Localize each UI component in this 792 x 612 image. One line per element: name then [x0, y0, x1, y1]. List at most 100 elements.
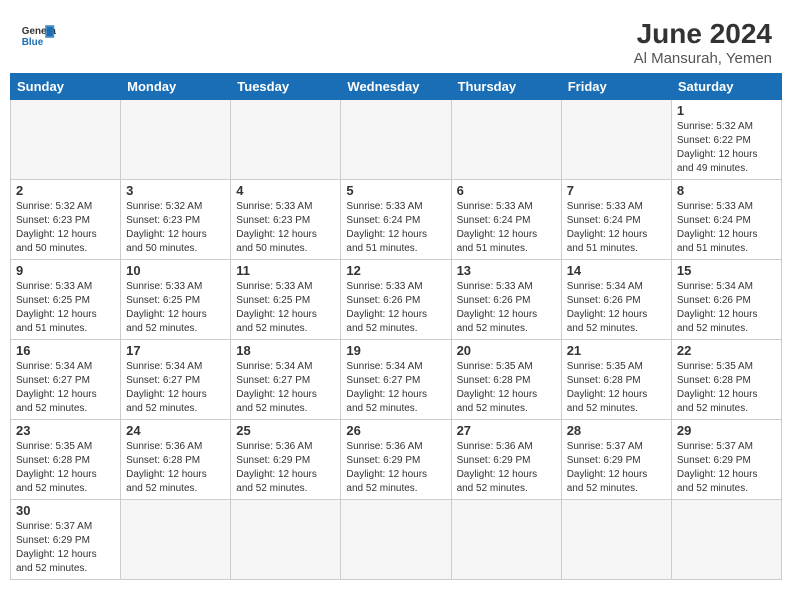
day-info: Sunrise: 5:32 AM Sunset: 6:23 PM Dayligh… [126, 200, 225, 256]
day-number: 27 [457, 423, 556, 438]
calendar-day-cell [451, 100, 561, 180]
calendar-day-cell: 19 Sunrise: 5:34 AM Sunset: 6:27 PM Dayli… [341, 340, 451, 420]
day-number: 29 [677, 423, 776, 438]
day-info: Sunrise: 5:35 AM Sunset: 6:28 PM Dayligh… [567, 360, 666, 416]
day-header-wednesday: Wednesday [341, 74, 451, 100]
svg-text:Blue: Blue [22, 37, 44, 48]
day-number: 26 [346, 423, 445, 438]
day-number: 14 [567, 263, 666, 278]
calendar-day-cell: 9Sunrise: 5:33 AM Sunset: 6:25 PM Daylig… [11, 260, 121, 340]
calendar-day-cell: 2 Sunrise: 5:32 AM Sunset: 6:23 PM Daylig… [11, 180, 121, 260]
day-number: 19 [346, 343, 445, 358]
calendar-day-cell [11, 100, 121, 180]
calendar-day-cell: 24Sunrise: 5:36 AM Sunset: 6:28 PM Dayli… [121, 420, 231, 500]
calendar-day-cell: 14 Sunrise: 5:34 AM Sunset: 6:26 PM Dayli… [561, 260, 671, 340]
day-info: Sunrise: 5:33 AM Sunset: 6:24 PM Dayligh… [457, 200, 556, 256]
calendar-day-cell: 1 Sunrise: 5:32 AM Sunset: 6:22 PM Daylig… [671, 100, 781, 180]
day-info: Sunrise: 5:37 AM Sunset: 6:29 PM Dayligh… [677, 440, 776, 496]
calendar-day-cell: 27Sunrise: 5:36 AM Sunset: 6:29 PM Dayli… [451, 420, 561, 500]
day-info: Sunrise: 5:35 AM Sunset: 6:28 PM Dayligh… [677, 360, 776, 416]
calendar-day-cell: 16Sunrise: 5:34 AM Sunset: 6:27 PM Dayli… [11, 340, 121, 420]
day-header-sunday: Sunday [11, 74, 121, 100]
day-info: Sunrise: 5:36 AM Sunset: 6:29 PM Dayligh… [236, 440, 335, 496]
day-info: Sunrise: 5:33 AM Sunset: 6:25 PM Dayligh… [236, 280, 335, 336]
day-info: Sunrise: 5:34 AM Sunset: 6:27 PM Dayligh… [346, 360, 445, 416]
calendar-day-cell [561, 500, 671, 580]
calendar-week-row: 23Sunrise: 5:35 AM Sunset: 6:28 PM Dayli… [11, 420, 782, 500]
calendar-day-cell: 25 Sunrise: 5:36 AM Sunset: 6:29 PM Dayli… [231, 420, 341, 500]
day-number: 10 [126, 263, 225, 278]
day-number: 25 [236, 423, 335, 438]
calendar-week-row: 1 Sunrise: 5:32 AM Sunset: 6:22 PM Daylig… [11, 100, 782, 180]
calendar-day-cell: 12 Sunrise: 5:33 AM Sunset: 6:26 PM Dayli… [341, 260, 451, 340]
day-number: 9 [16, 263, 115, 278]
calendar-day-cell: 18 Sunrise: 5:34 AM Sunset: 6:27 PM Dayli… [231, 340, 341, 420]
day-number: 15 [677, 263, 776, 278]
day-info: Sunrise: 5:33 AM Sunset: 6:24 PM Dayligh… [567, 200, 666, 256]
logo: General Blue [20, 18, 56, 54]
calendar-day-cell [121, 500, 231, 580]
day-info: Sunrise: 5:34 AM Sunset: 6:27 PM Dayligh… [236, 360, 335, 416]
day-info: Sunrise: 5:34 AM Sunset: 6:27 PM Dayligh… [16, 360, 115, 416]
day-number: 8 [677, 183, 776, 198]
calendar-day-cell [671, 500, 781, 580]
day-info: Sunrise: 5:33 AM Sunset: 6:24 PM Dayligh… [677, 200, 776, 256]
calendar-day-cell: 26 Sunrise: 5:36 AM Sunset: 6:29 PM Dayli… [341, 420, 451, 500]
calendar-day-cell: 17Sunrise: 5:34 AM Sunset: 6:27 PM Dayli… [121, 340, 231, 420]
day-number: 1 [677, 103, 776, 118]
calendar-table: SundayMondayTuesdayWednesdayThursdayFrid… [10, 73, 782, 580]
day-info: Sunrise: 5:33 AM Sunset: 6:23 PM Dayligh… [236, 200, 335, 256]
calendar-day-cell [341, 500, 451, 580]
day-number: 4 [236, 183, 335, 198]
calendar-week-row: 2 Sunrise: 5:32 AM Sunset: 6:23 PM Daylig… [11, 180, 782, 260]
generalblue-logo-icon: General Blue [20, 18, 56, 54]
day-number: 17 [126, 343, 225, 358]
calendar-day-cell: 15 Sunrise: 5:34 AM Sunset: 6:26 PM Dayli… [671, 260, 781, 340]
day-info: Sunrise: 5:36 AM Sunset: 6:28 PM Dayligh… [126, 440, 225, 496]
day-number: 13 [457, 263, 556, 278]
calendar-day-cell [121, 100, 231, 180]
day-number: 22 [677, 343, 776, 358]
header: General Blue June 2024 Al Mansurah, Yeme… [10, 10, 782, 73]
day-header-tuesday: Tuesday [231, 74, 341, 100]
calendar-day-cell: 23Sunrise: 5:35 AM Sunset: 6:28 PM Dayli… [11, 420, 121, 500]
calendar-day-cell: 3Sunrise: 5:32 AM Sunset: 6:23 PM Daylig… [121, 180, 231, 260]
calendar-day-cell: 10 Sunrise: 5:33 AM Sunset: 6:25 PM Dayli… [121, 260, 231, 340]
calendar-week-row: 16Sunrise: 5:34 AM Sunset: 6:27 PM Dayli… [11, 340, 782, 420]
calendar-day-cell: 11 Sunrise: 5:33 AM Sunset: 6:25 PM Dayli… [231, 260, 341, 340]
title-area: June 2024 Al Mansurah, Yemen [634, 18, 772, 67]
day-number: 12 [346, 263, 445, 278]
day-header-thursday: Thursday [451, 74, 561, 100]
day-info: Sunrise: 5:33 AM Sunset: 6:25 PM Dayligh… [126, 280, 225, 336]
day-info: Sunrise: 5:33 AM Sunset: 6:26 PM Dayligh… [457, 280, 556, 336]
day-number: 6 [457, 183, 556, 198]
day-info: Sunrise: 5:34 AM Sunset: 6:26 PM Dayligh… [677, 280, 776, 336]
day-number: 20 [457, 343, 556, 358]
day-header-friday: Friday [561, 74, 671, 100]
calendar-day-cell [231, 500, 341, 580]
calendar-day-cell: 5 Sunrise: 5:33 AM Sunset: 6:24 PM Daylig… [341, 180, 451, 260]
calendar-day-cell: 28Sunrise: 5:37 AM Sunset: 6:29 PM Dayli… [561, 420, 671, 500]
day-info: Sunrise: 5:32 AM Sunset: 6:22 PM Dayligh… [677, 120, 776, 176]
calendar-day-cell: 30 Sunrise: 5:37 AM Sunset: 6:29 PM Dayli… [11, 500, 121, 580]
calendar-day-cell: 13 Sunrise: 5:33 AM Sunset: 6:26 PM Dayli… [451, 260, 561, 340]
day-number: 2 [16, 183, 115, 198]
day-info: Sunrise: 5:33 AM Sunset: 6:26 PM Dayligh… [346, 280, 445, 336]
day-number: 18 [236, 343, 335, 358]
day-number: 11 [236, 263, 335, 278]
day-info: Sunrise: 5:37 AM Sunset: 6:29 PM Dayligh… [16, 520, 115, 576]
day-info: Sunrise: 5:33 AM Sunset: 6:24 PM Dayligh… [346, 200, 445, 256]
day-info: Sunrise: 5:34 AM Sunset: 6:26 PM Dayligh… [567, 280, 666, 336]
calendar-day-cell [341, 100, 451, 180]
calendar-day-cell: 6 Sunrise: 5:33 AM Sunset: 6:24 PM Daylig… [451, 180, 561, 260]
calendar-day-cell: 29 Sunrise: 5:37 AM Sunset: 6:29 PM Dayli… [671, 420, 781, 500]
calendar-day-cell [451, 500, 561, 580]
day-number: 30 [16, 503, 115, 518]
day-number: 5 [346, 183, 445, 198]
day-info: Sunrise: 5:32 AM Sunset: 6:23 PM Dayligh… [16, 200, 115, 256]
day-header-saturday: Saturday [671, 74, 781, 100]
day-number: 21 [567, 343, 666, 358]
calendar-header-row: SundayMondayTuesdayWednesdayThursdayFrid… [11, 74, 782, 100]
day-info: Sunrise: 5:36 AM Sunset: 6:29 PM Dayligh… [346, 440, 445, 496]
day-number: 23 [16, 423, 115, 438]
